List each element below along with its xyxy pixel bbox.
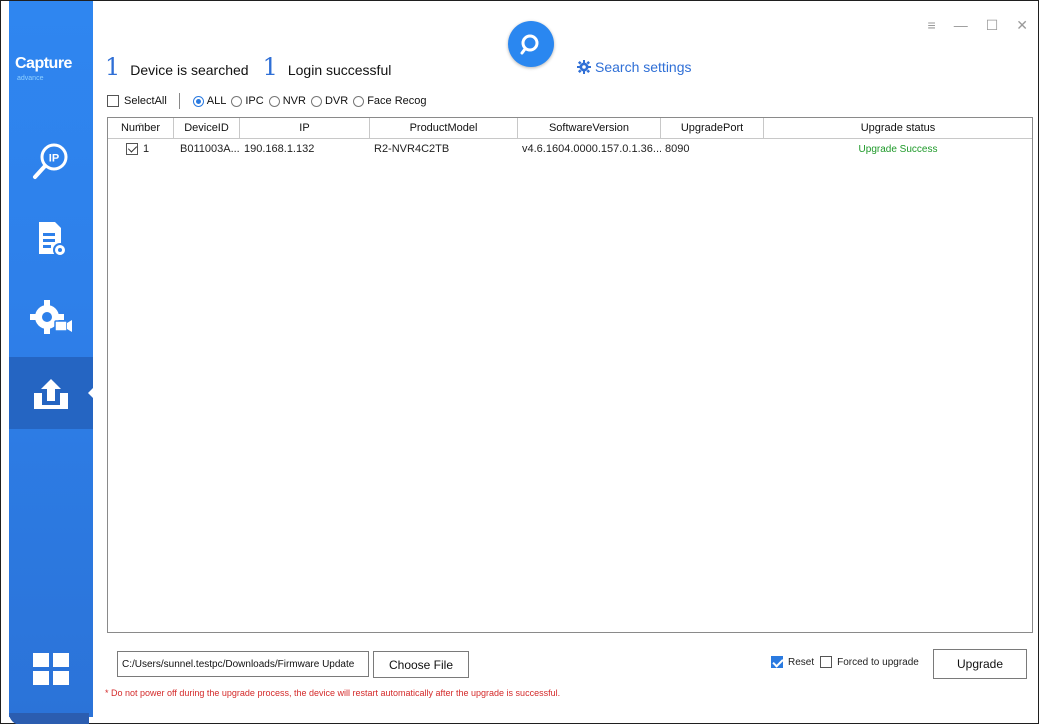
column-header-ip[interactable]: IP [240,118,370,138]
column-header-number[interactable]: ︿ Number [108,118,174,138]
login-count: 1 [262,53,278,81]
product-model-cell: R2-NVR4C2TB [374,143,450,155]
filter-label-nvr: NVR [282,95,306,107]
choose-file-button[interactable]: Choose File [373,651,469,678]
upgrade-options: Reset Forced to upgrade [765,656,919,668]
searched-label: Device is searched [130,62,249,78]
device-id-cell: B011003A... [180,143,240,155]
filter-radio-all[interactable] [192,95,204,107]
close-icon[interactable]: ✕ [1016,17,1028,34]
search-settings-label: Search settings [595,59,692,75]
brand-icon [31,649,71,689]
firmware-path-input[interactable] [117,651,369,677]
row-checkbox[interactable] [126,143,138,155]
search-settings-link[interactable]: Search settings [577,59,692,75]
sidebar-item-upgrade[interactable] [9,357,94,429]
select-all-checkbox[interactable] [107,95,119,107]
divider [178,93,180,109]
sidebar-item-device-config[interactable] [9,203,93,275]
column-header-upgrade-port[interactable]: UpgradePort [661,118,764,138]
maximize-icon[interactable]: ☐ [986,17,999,34]
row-number-cell: 1 [108,139,174,159]
ip-search-icon: IP [33,143,68,179]
reset-label: Reset [788,656,815,668]
document-gear-icon [39,222,67,257]
menu-icon[interactable]: ≡ [928,17,936,34]
logo-text: Capture [15,55,72,72]
search-button[interactable] [508,21,554,67]
sidebar-item-settings[interactable] [9,281,93,353]
filter-label-face-recog: Face Recog [367,95,427,107]
svg-text:IP: IP [49,153,59,165]
window-controls: ≡ — ☐ ✕ [928,17,1028,34]
table-header: ︿ Number DeviceID IP ProductModel Softwa… [108,118,1032,139]
select-all-label: SelectAll [124,95,167,107]
sidebar-item-ip-search[interactable]: IP [9,125,93,197]
sidebar: Capture advance IP [9,1,94,717]
login-label: Login successful [287,62,392,78]
gear-camera-icon [30,300,72,334]
filter-radio-nvr[interactable] [268,95,280,107]
device-table: ︿ Number DeviceID IP ProductModel Softwa… [107,117,1033,633]
filter-radio-dvr[interactable] [310,95,322,107]
column-header-upgrade-status[interactable]: Upgrade status [764,118,1032,138]
column-header-device-id[interactable]: DeviceID [174,118,240,138]
software-version-cell: v4.6.1604.0000.157.0.1.36.... [522,143,661,155]
app-logo: Capture advance [9,49,93,95]
device-filter: SelectAll ALL IPC NVR DVR Face Recog [107,91,427,111]
filter-label-dvr: DVR [324,95,349,107]
search-summary: 1 Device is searched 1 Login successful [105,53,405,81]
minimize-icon[interactable]: — [954,17,968,34]
filter-radio-ipc[interactable] [231,95,243,107]
upgrade-status-cell: Upgrade Success [858,143,938,155]
searched-count: 1 [105,53,121,81]
filter-label-ipc: IPC [245,95,264,107]
forced-upgrade-label: Forced to upgrade [837,656,919,668]
forced-upgrade-checkbox[interactable] [820,656,833,668]
ip-cell: 190.168.1.132 [244,143,315,155]
reset-checkbox[interactable] [771,656,783,668]
gear-icon [577,60,591,74]
column-header-product-model[interactable]: ProductModel [370,118,518,138]
upgrade-port-cell: 8090 [665,143,690,155]
search-icon [520,34,539,55]
upgrade-warning-text: * Do not power off during the upgrade pr… [105,688,561,698]
column-header-software-version[interactable]: SoftwareVersion [518,118,661,138]
upload-icon [34,379,68,409]
logo-subtext: advance [17,75,44,82]
filter-radio-face-recog[interactable] [353,95,365,107]
sidebar-footer [9,713,89,724]
filter-label-all: ALL [206,95,227,107]
upgrade-button[interactable]: Upgrade [933,649,1027,679]
sort-caret-icon: ︿ [136,118,145,127]
table-row[interactable]: 1 B011003A... 190.168.1.132 R2-NVR4C2TB … [108,139,1032,159]
app-window: Capture advance IP ≡ — ☐ ✕ 1 Device is s… [0,0,1039,724]
